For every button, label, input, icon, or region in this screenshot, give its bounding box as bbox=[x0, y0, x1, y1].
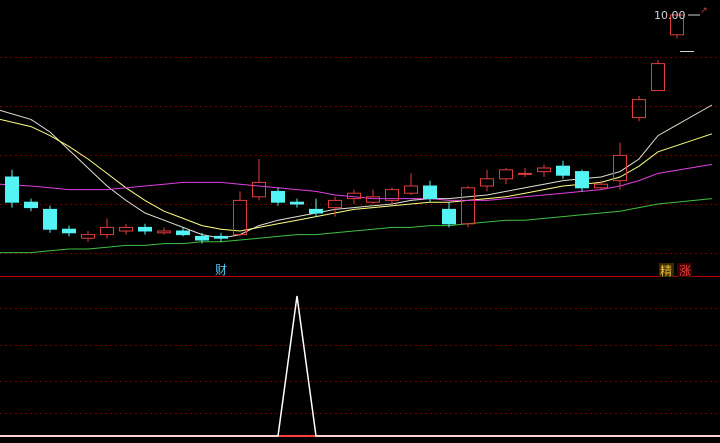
kline-chart[interactable]: 10.00 ↗ 财 精 涨 bbox=[0, 0, 720, 439]
candle-body-down bbox=[138, 226, 152, 232]
candle[interactable] bbox=[575, 169, 589, 192]
chart-background bbox=[0, 0, 720, 439]
candle-body-down bbox=[290, 201, 304, 205]
candle-body-down bbox=[423, 185, 437, 200]
marker-zhang-label: 涨 bbox=[679, 263, 691, 278]
marker-jing[interactable]: 精 bbox=[659, 263, 674, 278]
candle-body-down bbox=[5, 176, 19, 203]
candle-body-down bbox=[575, 171, 589, 189]
candle-body-down bbox=[43, 208, 57, 230]
marker-cai[interactable]: 财 bbox=[214, 262, 228, 277]
marker-jing-label: 精 bbox=[660, 264, 672, 278]
candle-body-down bbox=[309, 208, 323, 214]
candle[interactable] bbox=[43, 205, 57, 233]
candle-body-down bbox=[176, 230, 190, 236]
candle-body-down bbox=[214, 235, 228, 239]
marker-cai-label: 财 bbox=[215, 263, 227, 277]
candle-body-down bbox=[556, 165, 570, 176]
candle-body-down bbox=[195, 235, 209, 241]
marker-zhang[interactable]: 涨 bbox=[677, 263, 692, 278]
candle-body-down bbox=[271, 190, 285, 203]
candle-body-down bbox=[442, 208, 456, 225]
stock-chart-window: 10.00 ↗ 财 精 涨 bbox=[0, 0, 720, 439]
candle-body-up bbox=[518, 172, 532, 175]
up-arrow-icon: ↗ bbox=[700, 6, 708, 16]
price-label: 10.00 bbox=[654, 9, 686, 22]
candle-body-down bbox=[62, 228, 76, 234]
candle-body-down bbox=[24, 201, 38, 209]
